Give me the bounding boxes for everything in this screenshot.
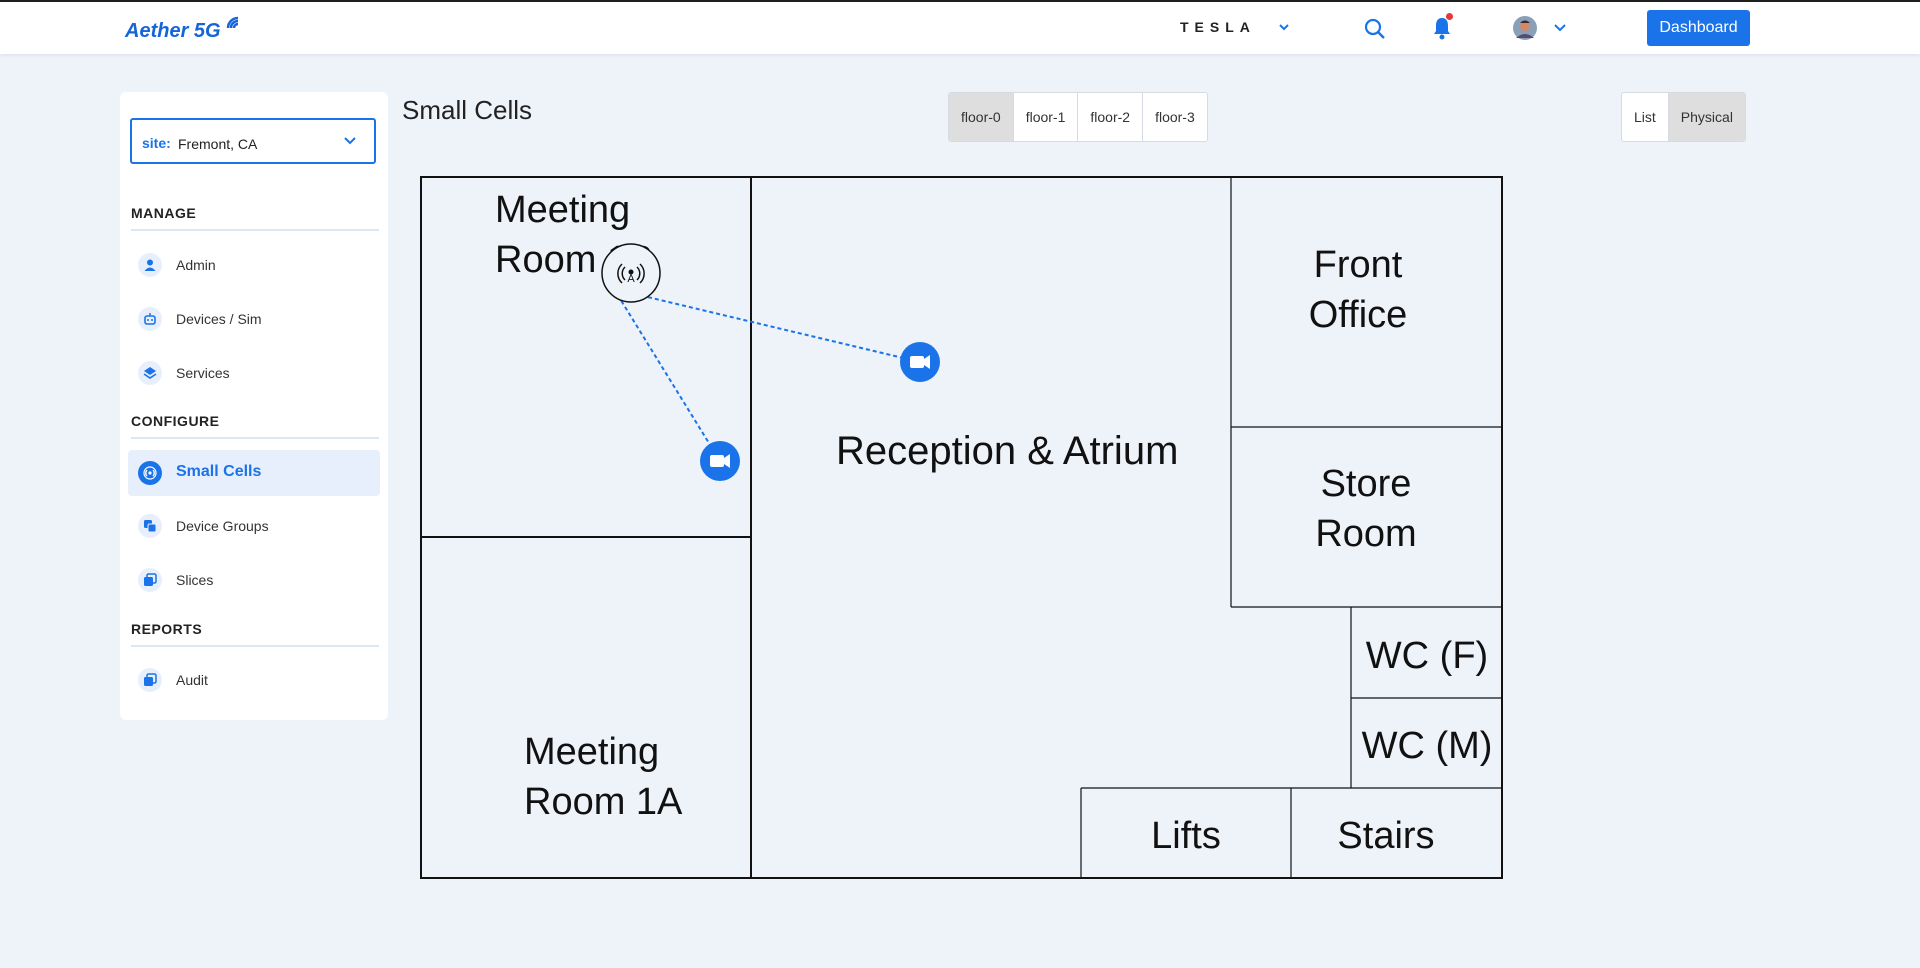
physical-view-button[interactable]: Physical [1668,93,1745,141]
chevron-down-icon[interactable] [1553,22,1567,32]
sidebar-item-label: Small Cells [176,463,262,480]
room-label-wc-m: WC (M) [1362,725,1493,767]
connection-line [613,288,721,462]
layers-icon [138,361,162,385]
organization-logo[interactable]: TESLA [1180,19,1256,35]
camera-device-marker[interactable] [700,441,740,481]
sidebar-item-admin[interactable]: Admin [128,242,380,288]
sidebar-item-label: Audit [176,672,208,688]
room-label-reception: Reception & Atrium [836,429,1178,473]
site-select-value: Fremont, CA [178,136,258,152]
sidebar-item-label: Admin [176,257,216,273]
page-title: Small Cells [402,95,533,125]
section-header-reports: REPORTS [131,621,379,647]
top-bar: Aether 5G TESLA Dashboard [0,0,1920,54]
device-groups-icon [138,514,162,538]
floor-1-button[interactable]: floor-1 [1014,93,1079,141]
room-label-store-room-line1: Store [1321,463,1412,505]
room-label-meeting-room-1a-line2: Room 1A [524,781,683,823]
site-select[interactable]: site: Fremont, CA [130,118,376,164]
connection-line [613,288,921,363]
sidebar-item-slices[interactable]: Slices [128,557,380,603]
room-label-store-room-line2: Room [1315,513,1416,555]
sidebar-item-device-groups[interactable]: Device Groups [128,503,380,549]
floor-0-button[interactable]: floor-0 [949,93,1014,141]
view-toggle: List Physical [1621,92,1746,142]
camera-icon [910,355,930,369]
wifi-icon [226,16,239,29]
floor-3-button[interactable]: floor-3 [1143,93,1207,141]
cell-tower-icon [138,461,162,485]
list-view-button[interactable]: List [1622,93,1669,141]
camera-device-marker[interactable] [900,342,940,382]
room-label-stairs: Stairs [1337,815,1434,857]
section-header-configure: CONFIGURE [131,413,379,439]
brand-logo[interactable]: Aether 5G [125,20,221,43]
robot-icon [138,307,162,331]
camera-icon [710,454,730,468]
room-label-wc-f: WC (F) [1366,635,1488,677]
notification-badge [1446,13,1453,20]
room-label-front-office-line1: Front [1314,244,1403,286]
person-icon [138,253,162,277]
chevron-down-icon [344,137,356,145]
sidebar-item-devices-sim[interactable]: Devices / Sim [128,296,380,342]
small-cell-marker[interactable]: A [601,243,661,303]
slices-icon [138,568,162,592]
avatar[interactable] [1513,16,1537,45]
room-label-lifts: Lifts [1151,815,1221,857]
sidebar-item-small-cells[interactable]: Small Cells [128,450,380,496]
sidebar-item-label: Device Groups [176,518,269,534]
site-select-label: site: [142,135,171,151]
sidebar-item-label: Devices / Sim [176,311,262,327]
room-label-meeting-room-1a-line1: Meeting [524,731,659,773]
search-icon[interactable] [1364,18,1386,40]
room-label-front-office-line2: Office [1309,294,1408,336]
sidebar-item-label: Slices [176,572,214,588]
floor-selector: floor-0 floor-1 floor-2 floor-3 [948,92,1208,142]
sidebar: site: Fremont, CA MANAGE Admin Devices /… [120,92,388,720]
sidebar-item-label: Services [176,365,230,381]
room-label-meeting-room-1b-line1: Meeting [495,189,630,231]
floor-plan: Meeting Room 1B Meeting Room 1A Receptio… [420,176,1503,879]
floor-2-button[interactable]: floor-2 [1078,93,1144,141]
dashboard-button[interactable]: Dashboard [1647,10,1750,46]
chevron-down-icon[interactable] [1278,22,1290,32]
audit-icon [138,668,162,692]
small-cell-label: A [627,273,635,285]
section-header-manage: MANAGE [131,205,379,231]
sidebar-item-services[interactable]: Services [128,350,380,396]
sidebar-item-audit[interactable]: Audit [128,657,380,703]
